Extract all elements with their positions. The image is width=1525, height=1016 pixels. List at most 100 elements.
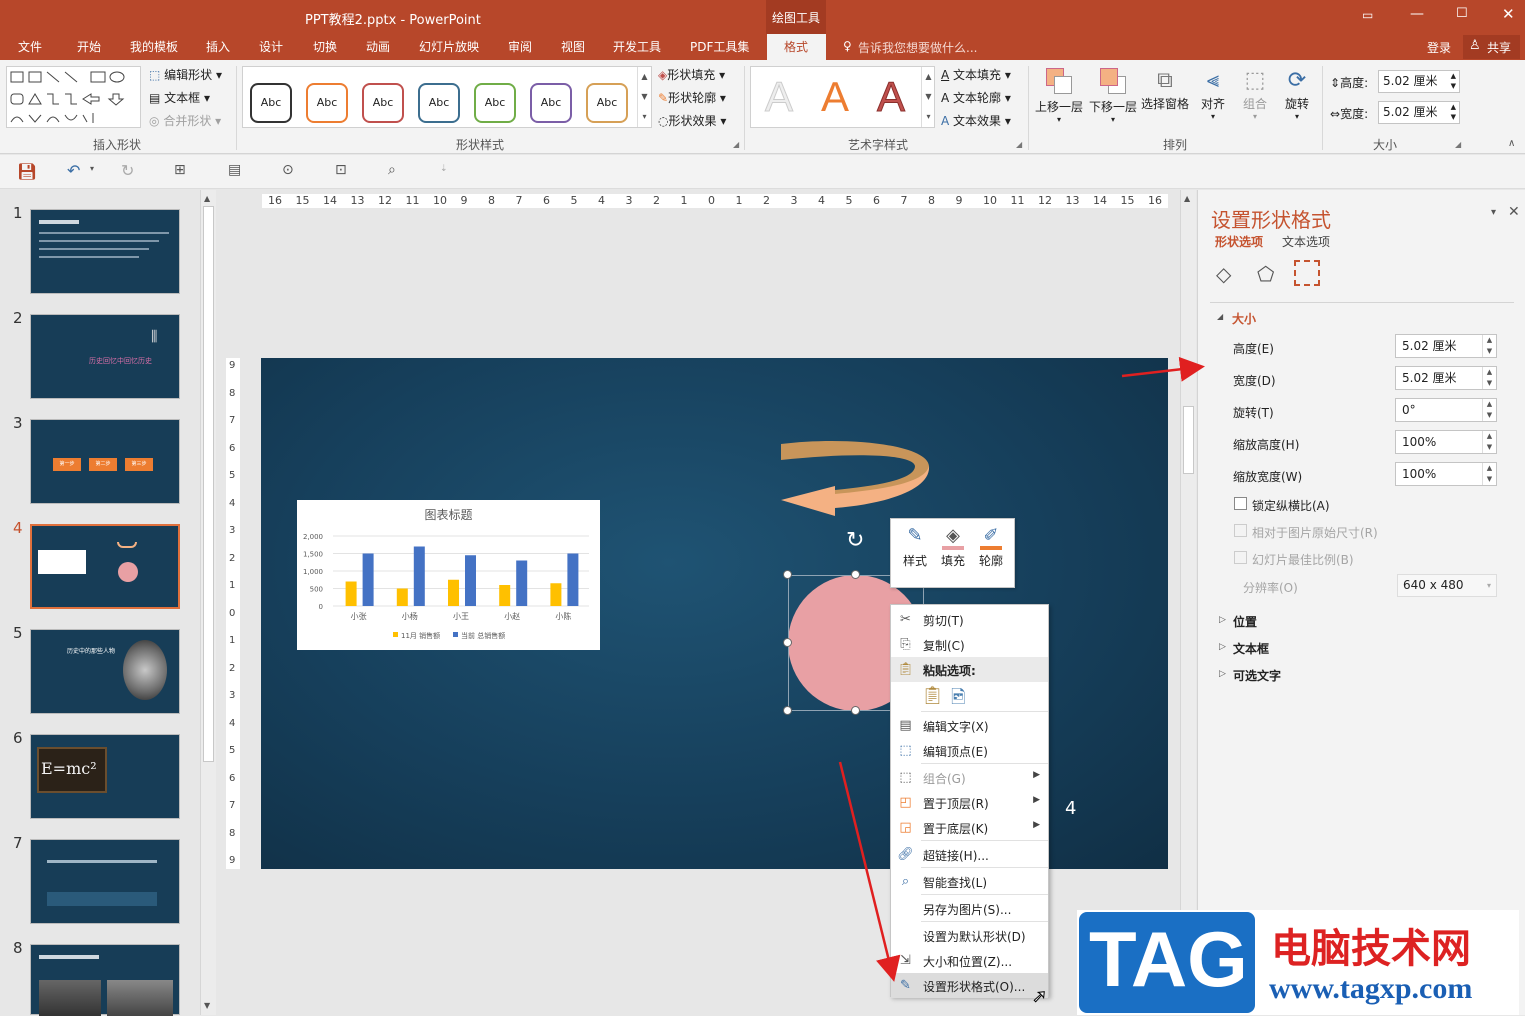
style-preset-1[interactable]: Abc xyxy=(250,83,292,123)
slide-thumb-6[interactable]: E=mc² xyxy=(30,734,180,819)
pane-scale-width-input[interactable]: 100% ▲ ▼ xyxy=(1395,462,1497,486)
undo-icon[interactable]: ↶ xyxy=(67,161,80,180)
fill-button[interactable]: ◈ 填充 xyxy=(935,525,971,583)
wordart-red[interactable]: A xyxy=(876,73,905,121)
slide-thumb-4-selected[interactable] xyxy=(30,524,180,609)
redo-icon[interactable]: ↻ xyxy=(121,161,134,180)
selection-pane-button[interactable]: ⧉ 选择窗格 xyxy=(1139,64,1191,130)
relative-original-checkbox[interactable] xyxy=(1234,524,1247,537)
shape-gallery[interactable] xyxy=(6,66,141,128)
section-textbox[interactable]: 文本框 xyxy=(1233,640,1269,657)
tab-design[interactable]: 设计 xyxy=(259,38,283,55)
canvas-scroll-thumb[interactable] xyxy=(1183,406,1194,474)
pane-width-input[interactable]: 5.02 厘米 ▲ ▼ xyxy=(1395,366,1497,390)
resize-handle[interactable] xyxy=(783,570,792,579)
style-preset-7[interactable]: Abc xyxy=(586,83,628,123)
ribbon-display-icon[interactable]: ▭ xyxy=(1362,8,1373,22)
shape-style-gallery[interactable]: Abc Abc Abc Abc Abc Abc Abc ▲ ▼ ▾ xyxy=(242,66,652,128)
tab-shape-options[interactable]: 形状选项 xyxy=(1215,233,1263,250)
login-link[interactable]: 登录 xyxy=(1427,39,1451,56)
scroll-thumb[interactable] xyxy=(203,206,214,762)
dialog-launcher-icon[interactable]: ◢ xyxy=(1016,140,1022,149)
tab-text-options[interactable]: 文本选项 xyxy=(1282,233,1330,250)
slideshow-icon[interactable]: ⊡ xyxy=(335,162,347,178)
customize-qat-icon[interactable]: ⇣ xyxy=(440,164,448,174)
edit-shape-button[interactable]: ⬚ 编辑形状 ▾ xyxy=(149,66,222,83)
rotate-button[interactable]: ⟳ 旋转 ▾ xyxy=(1278,64,1316,130)
tab-my-templates[interactable]: 我的模板 xyxy=(130,38,178,55)
tab-slideshow[interactable]: 幻灯片放映 xyxy=(419,38,479,55)
menu-item-save-as-picture[interactable]: 另存为图片(S)... xyxy=(891,896,1048,921)
outline-button[interactable]: ✐ 轮廓 xyxy=(973,525,1009,583)
shape-fill-button[interactable]: ◈形状填充 ▾ xyxy=(658,66,725,83)
gallery-scroll[interactable]: ▲ ▼ ▾ xyxy=(637,67,651,127)
style-preset-6[interactable]: Abc xyxy=(530,83,572,123)
text-box-button[interactable]: ▤ 文本框 ▾ xyxy=(149,89,210,106)
thumbnail-scrollbar[interactable]: ▲ ▼ xyxy=(200,190,216,1015)
tell-me-search[interactable]: 告诉我您想要做什么... xyxy=(858,39,977,56)
width-input[interactable]: 5.02 厘米 ▲ ▼ xyxy=(1378,101,1460,124)
menu-item-group[interactable]: ⬚ 组合(G) ▶ xyxy=(891,765,1048,790)
shape-effect-button[interactable]: ◌形状效果 ▾ xyxy=(658,112,726,129)
pane-scale-height-input[interactable]: 100% ▲ ▼ xyxy=(1395,430,1497,454)
share-button[interactable]: ♙ 共享 xyxy=(1463,35,1520,59)
undo-dropdown-icon[interactable]: ▾ xyxy=(90,164,94,173)
rotate-handle-icon[interactable]: ↻ xyxy=(846,528,864,553)
wordart-gallery[interactable]: A A A ▲ ▼ ▾ xyxy=(750,66,935,128)
slide-thumb-1[interactable] xyxy=(30,209,180,294)
fill-line-icon[interactable]: ◇ xyxy=(1216,262,1231,286)
style-preset-3[interactable]: Abc xyxy=(362,83,404,123)
section-size[interactable]: 大小 xyxy=(1232,310,1256,327)
curved-arrow-shape[interactable] xyxy=(775,438,935,528)
minimize-icon[interactable]: — xyxy=(1410,6,1424,22)
menu-item-cut[interactable]: ✂ 剪切(T) xyxy=(891,607,1048,632)
slide-thumb-3[interactable]: 第一步 第二步 第三步 xyxy=(30,419,180,504)
menu-item-smart-lookup[interactable]: ⌕ 智能查找(L) xyxy=(891,869,1048,894)
merge-shape-button[interactable]: ◎ 合并形状 ▾ xyxy=(149,112,221,129)
section-alt-text[interactable]: 可选文字 xyxy=(1233,667,1281,684)
tab-developer[interactable]: 开发工具 xyxy=(613,38,661,55)
pane-rotation-input[interactable]: 0° ▲ ▼ xyxy=(1395,398,1497,422)
menu-item-edit-text[interactable]: ▤ 编辑文字(X) xyxy=(891,713,1048,738)
maximize-icon[interactable]: ☐ xyxy=(1456,6,1468,21)
resize-handle[interactable] xyxy=(851,570,860,579)
resolution-select[interactable]: 640 x 480 ▾ xyxy=(1397,574,1497,597)
text-fill-button[interactable]: A 文本填充 ▾ xyxy=(941,66,1011,83)
menu-item-size-position[interactable]: ⇲ 大小和位置(Z)... xyxy=(891,948,1048,973)
pane-options-icon[interactable]: ▾ xyxy=(1491,207,1496,218)
collapse-ribbon-icon[interactable]: ∧ xyxy=(1508,138,1515,149)
save-icon[interactable]: 💾︎ xyxy=(17,162,37,181)
slide-thumb-5[interactable]: 历史中的那些人物 xyxy=(30,629,180,714)
style-preset-4[interactable]: Abc xyxy=(418,83,460,123)
resize-handle[interactable] xyxy=(851,706,860,715)
slide-thumb-7[interactable] xyxy=(30,839,180,924)
paste-keep-formatting-icon[interactable]: 📋︎ xyxy=(921,685,944,706)
wordart-scroll[interactable]: ▲ ▼ ▾ xyxy=(921,67,935,127)
preview-icon[interactable]: ⌕ xyxy=(388,162,396,178)
height-input[interactable]: 5.02 厘米 ▲ ▼ xyxy=(1378,70,1460,93)
tab-review[interactable]: 审阅 xyxy=(508,38,532,55)
shape-outline-button[interactable]: ✎形状轮廓 ▾ xyxy=(658,89,726,106)
slide-thumb-2[interactable]: 历史回忆中回忆历史 ⫼ xyxy=(30,314,180,399)
section-position[interactable]: 位置 xyxy=(1233,613,1257,630)
text-effect-button[interactable]: A 文本效果 ▾ xyxy=(941,112,1011,129)
style-button[interactable]: ✎ 样式 xyxy=(897,525,933,583)
menu-item-format-shape[interactable]: ✎ 设置形状格式(O)... xyxy=(891,973,1048,998)
dialog-launcher-icon[interactable]: ◢ xyxy=(733,140,739,149)
tab-pdf-tools[interactable]: PDF工具集 xyxy=(690,38,749,55)
best-scale-checkbox[interactable] xyxy=(1234,551,1247,564)
pane-height-input[interactable]: 5.02 厘米 ▲ ▼ xyxy=(1395,334,1497,358)
size-properties-icon[interactable] xyxy=(1294,260,1320,286)
tab-insert[interactable]: 插入 xyxy=(206,38,230,55)
tab-file[interactable]: 文件 xyxy=(18,38,42,55)
text-outline-button[interactable]: A 文本轮廓 ▾ xyxy=(941,89,1011,106)
canvas-scrollbar[interactable]: ▲ xyxy=(1180,190,1196,1015)
effects-icon[interactable]: ⬠ xyxy=(1257,262,1274,286)
tab-view[interactable]: 视图 xyxy=(561,38,585,55)
slide-thumb-8[interactable] xyxy=(30,944,180,1016)
new-slide-icon[interactable]: ⊞ xyxy=(174,162,186,178)
menu-item-copy[interactable]: ⎘ 复制(C) xyxy=(891,632,1048,657)
tab-home[interactable]: 开始 xyxy=(77,38,101,55)
wordart-orange[interactable]: A xyxy=(821,73,849,121)
collapse-triangle-icon[interactable]: ◢ xyxy=(1217,312,1223,321)
